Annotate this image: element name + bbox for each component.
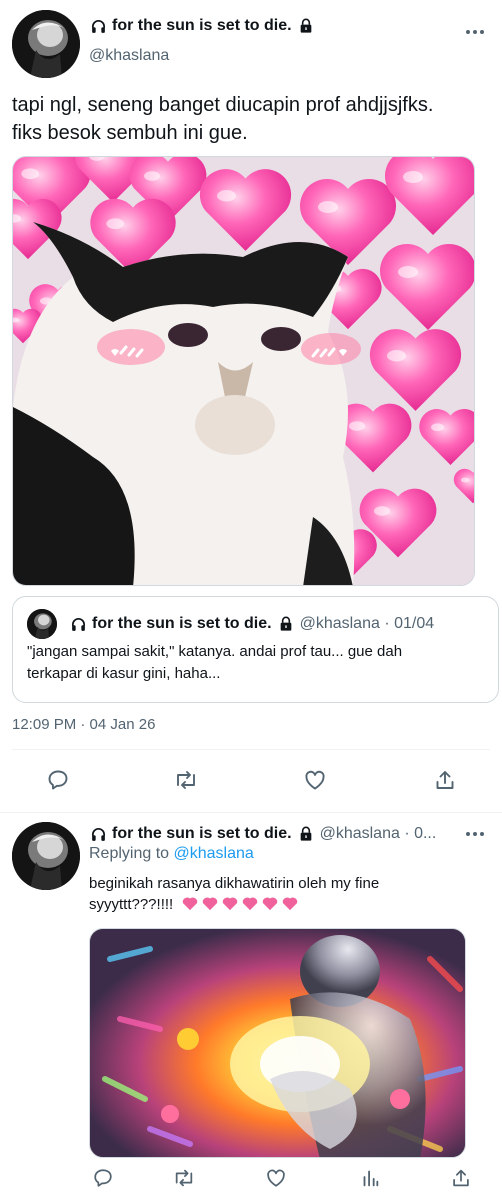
like-icon[interactable] — [262, 1164, 290, 1192]
lock-icon — [297, 17, 315, 35]
divider — [12, 749, 490, 750]
reply-text-line: beginikah rasanya dikhawatirin oleh my f… — [89, 875, 380, 892]
lock-icon — [277, 615, 295, 633]
cat-hearts-image — [13, 157, 474, 585]
lock-icon — [297, 825, 315, 843]
analytics-icon[interactable] — [356, 1164, 384, 1192]
sparkling-heart-icon — [283, 897, 298, 911]
quoted-text-line: terkapar di kasur gini, haha... — [27, 665, 221, 682]
replying-to: Replying to @khaslana — [89, 845, 254, 863]
reply-icon[interactable] — [44, 766, 72, 794]
timestamp[interactable]: 12:09 PM · 04 Jan 26 — [12, 716, 155, 733]
replying-to-label: Replying to — [89, 845, 174, 862]
display-name[interactable]: for the sun is set to die. — [112, 825, 292, 843]
sparkling-heart-icon — [203, 897, 218, 911]
sparkling-heart-icon — [223, 897, 238, 911]
quoted-text-line: "jangan sampai sakit," katanya. andai pr… — [27, 643, 403, 660]
headphones-icon — [89, 825, 107, 843]
more-icon[interactable] — [463, 20, 487, 44]
sparkling-heart-icon — [263, 897, 278, 911]
avatar[interactable] — [12, 10, 80, 78]
heart-emojis — [181, 896, 301, 913]
tweet-text: tapi ngl, seneng banget diucapin prof ah… — [12, 91, 497, 147]
avatar-image — [12, 822, 80, 890]
display-name: for the sun is set to die. — [92, 615, 272, 632]
tweet-separator — [0, 812, 502, 813]
avatar-image — [27, 609, 57, 639]
headphones-icon — [89, 17, 107, 35]
replying-to-handle-link[interactable]: @khaslana — [174, 845, 254, 862]
retweet-icon[interactable] — [170, 1164, 198, 1192]
headphones-icon — [69, 615, 87, 633]
handle-date[interactable]: @khaslana · 0... — [320, 825, 437, 843]
like-icon[interactable] — [301, 766, 329, 794]
share-icon[interactable] — [447, 1164, 475, 1192]
sparkling-heart-icon — [183, 897, 198, 911]
reply-image[interactable] — [89, 928, 466, 1158]
reply-icon[interactable] — [89, 1164, 117, 1192]
avatar[interactable] — [12, 822, 80, 890]
display-name[interactable]: for the sun is set to die. — [112, 17, 292, 35]
more-icon[interactable] — [463, 822, 487, 846]
tweet-text-line: fiks besok sembuh ini gue. — [12, 122, 248, 144]
tweet-image[interactable] — [12, 156, 475, 586]
author-name-row[interactable]: for the sun is set to die. — [89, 17, 315, 35]
avatar-image — [12, 10, 80, 78]
handle-date: @khaslana · 01/04 — [299, 615, 435, 632]
glowing-figure-image — [90, 929, 465, 1157]
quoted-author-row: for the sun is set to die. @khaslana · 0… — [69, 615, 434, 633]
reply-text-line: syyyttt???!!!! — [89, 896, 174, 913]
reply-author-row[interactable]: for the sun is set to die. @khaslana · 0… — [89, 825, 436, 843]
reply-tweet-text: beginikah rasanya dikhawatirin oleh my f… — [89, 873, 469, 915]
avatar — [27, 609, 57, 639]
quoted-tweet[interactable]: for the sun is set to die. @khaslana · 0… — [12, 596, 499, 703]
handle[interactable]: @khaslana — [89, 47, 169, 65]
quoted-tweet-text: "jangan sampai sakit," katanya. andai pr… — [27, 641, 487, 685]
main-tweet: for the sun is set to die. @khaslana tap… — [0, 0, 502, 812]
retweet-icon[interactable] — [172, 766, 200, 794]
tweet-text-line: tapi ngl, seneng banget diucapin prof ah… — [12, 94, 434, 116]
sparkling-heart-icon — [243, 897, 258, 911]
share-icon[interactable] — [431, 766, 459, 794]
